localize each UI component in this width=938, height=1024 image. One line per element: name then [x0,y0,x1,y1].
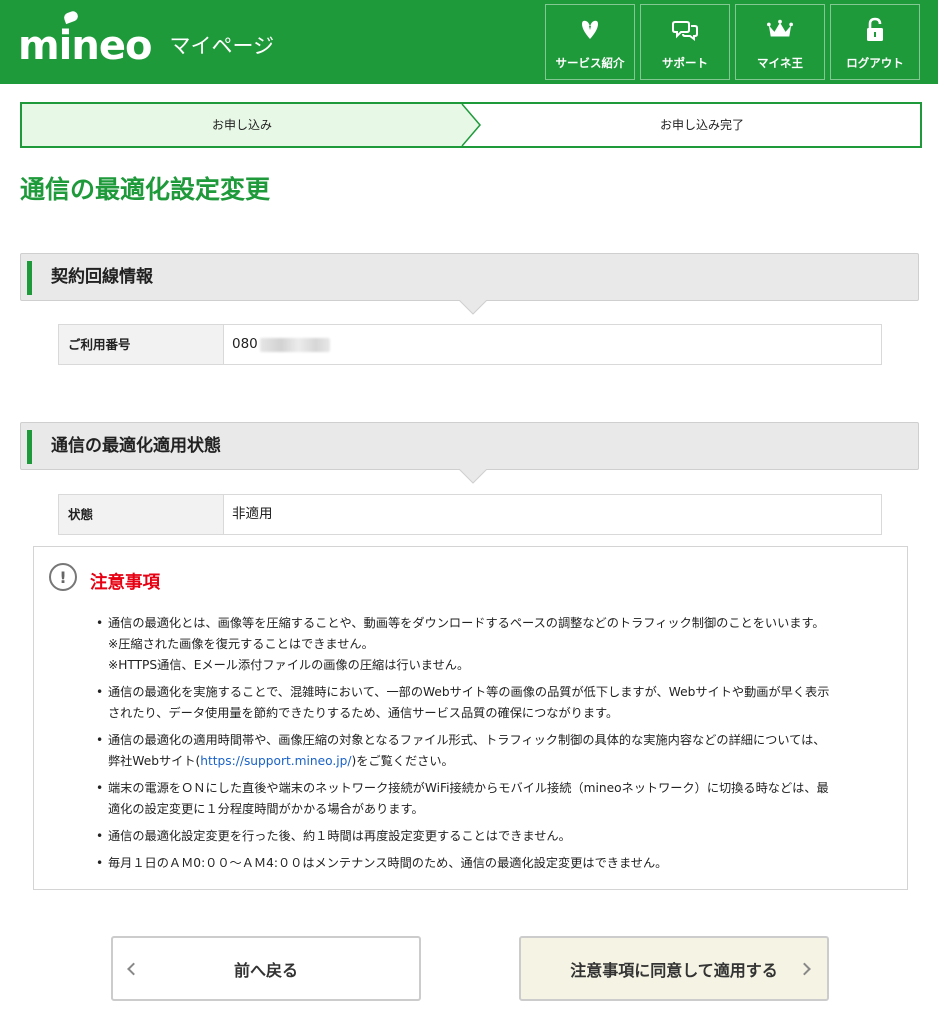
status-label: 状態 [59,495,224,534]
back-button-label: 前へ戻る [233,960,298,980]
nav-maineoh-label: マイネ王 [757,56,803,70]
notice-item: 通信の最適化設定変更を行った後、約１時間は再度設定変更することはできません。 [96,826,896,847]
support-site-link[interactable]: https://support.mineo.jp/ [200,754,351,768]
section-accent-bar [27,261,32,295]
status-section-header: 通信の最適化適用状態 [20,422,919,484]
nav-logout-label: ログアウト [846,56,904,70]
logo-subtitle: マイページ [169,34,275,58]
notice-item: 端末の電源をＯＮにした直後や端末のネットワーク接続がWiFi接続からモバイル接続… [96,778,896,820]
phone-number-label: ご利用番号 [59,325,224,364]
notice-text: 端末の電源をＯＮにした直後や端末のネットワーク接続がWiFi接続からモバイル接続… [108,781,829,795]
chevron-left-icon [127,962,140,975]
phone-number-value: 080 [232,336,258,352]
nav-support-label: サポート [662,56,708,70]
nav-logout-button[interactable]: ログアウト [830,4,920,80]
nav-service-label: サービス紹介 [555,56,625,70]
status-section-title: 通信の最適化適用状態 [51,436,221,456]
notice-text: )をご覧ください。 [351,754,454,768]
section-pointer [459,300,487,315]
status-value: 非適用 [232,506,273,522]
contract-section-header: 契約回線情報 [20,253,919,315]
notice-title: 注意事項 [90,573,160,593]
masked-number [259,337,330,352]
notice-text: 通信の最適化の適用時間帯や、画像圧縮の対象となるファイル形式、トラフィック制御の… [108,733,826,747]
notice-text: ※圧縮された画像を復元することはできません。 [108,637,374,651]
notice-item: 通信の最適化とは、画像等を圧縮することや、動画等をダウンロードするペースの調整な… [96,613,896,676]
phone-number-cell: 080 [224,325,881,364]
contract-section-title: 契約回線情報 [51,267,153,287]
notice-text: 通信の最適化とは、画像等を圧縮することや、動画等をダウンロードするペースの調整な… [108,616,825,630]
agree-button-label: 注意事項に同意して適用する [570,960,778,980]
mineo-logo[interactable]: mineo マイページ [18,9,275,69]
notice-list: 通信の最適化とは、画像等を圧縮することや、動画等をダウンロードするペースの調整な… [96,613,896,880]
step-indicator: お申し込み お申し込み完了 [20,102,922,148]
back-button[interactable]: 前へ戻る [111,936,421,1001]
logo-wordmark: mineo [18,23,152,69]
logo-leaf-mark [62,9,80,25]
nav-support-button[interactable]: サポート [640,4,730,80]
notice-item: 通信の最適化の適用時間帯や、画像圧縮の対象となるファイル形式、トラフィック制御の… [96,730,896,772]
nav-maineoh-button[interactable]: マイネ王 [735,4,825,80]
notice-text: ※HTTPS通信、Eメール添付ファイルの画像の圧縮は行いません。 [108,658,470,672]
nav-service-button[interactable]: サービス紹介 [545,4,635,80]
section-pointer [459,469,487,484]
status-info-table: 状態 非適用 [58,494,882,535]
chevron-right-icon [798,962,811,975]
unlock-icon [862,17,888,43]
exclamation-icon: ! [49,563,77,591]
agree-apply-button[interactable]: 注意事項に同意して適用する [519,936,829,1001]
heart-leaf-icon [577,17,603,43]
contract-info-table: ご利用番号 080 [58,324,882,365]
notice-text: 適化の設定変更に１分程度時間がかかる場合があります。 [108,802,424,816]
chat-bubbles-icon [672,17,698,43]
header-nav: サービス紹介 サポート マイネ王 ログアウト [545,4,920,80]
notice-text: 弊社Webサイト( [108,754,201,768]
crown-icon [767,17,793,43]
section-accent-bar [27,430,32,464]
page-title: 通信の最適化設定変更 [20,175,271,204]
notice-text: 通信の最適化設定変更を行った後、約１時間は再度設定変更することはできません。 [108,829,571,843]
site-header: mineo マイページ サービス紹介 サポート マイネ王 ログアウト [0,0,938,84]
notice-item: 毎月１日のＡＭ0:００〜ＡＭ4:００はメンテナンス時間のため、通信の最適化設定変… [96,853,896,874]
notice-box: ! 注意事項 通信の最適化とは、画像等を圧縮することや、動画等をダウンロードする… [33,546,908,890]
notice-text: 毎月１日のＡＭ0:００〜ＡＭ4:００はメンテナンス時間のため、通信の最適化設定変… [108,856,668,870]
step-2-label: お申し込み完了 [659,118,744,132]
notice-text: 通信の最適化を実施することで、混雑時において、一部のWebサイト等の画像の品質が… [108,685,830,699]
step-1-label: お申し込み [211,118,272,132]
notice-item: 通信の最適化を実施することで、混雑時において、一部のWebサイト等の画像の品質が… [96,682,896,724]
notice-text: されたり、データ使用量を節約できたりするため、通信サービス品質の確保につながりま… [108,706,619,720]
